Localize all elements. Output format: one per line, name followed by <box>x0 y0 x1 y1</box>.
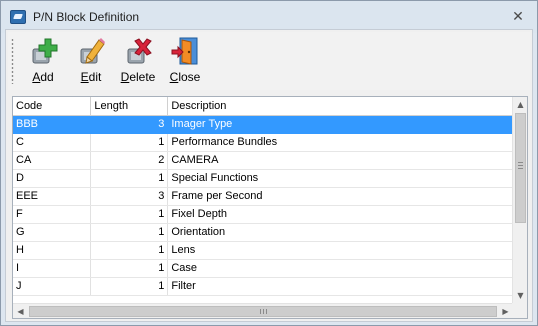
horizontal-scroll-thumb[interactable] <box>29 306 497 317</box>
scroll-down-arrow-icon[interactable]: ▼ <box>513 288 528 303</box>
cell-code[interactable]: H <box>13 241 92 260</box>
cell-code[interactable]: BBB <box>13 115 92 134</box>
scrollbar-corner <box>512 303 527 318</box>
cell-length[interactable]: 2 <box>90 151 169 170</box>
cell-code[interactable]: C <box>13 133 92 152</box>
toolbar-grip[interactable] <box>11 38 14 84</box>
cell-length[interactable]: 1 <box>90 277 169 296</box>
cell-description[interactable]: Fixel Depth <box>167 205 513 224</box>
cell-length[interactable]: 1 <box>90 205 169 224</box>
cell-length[interactable]: 1 <box>90 259 169 278</box>
cell-code[interactable]: EEE <box>13 187 92 206</box>
table-row[interactable]: F 1 Fixel Depth <box>13 205 513 224</box>
scroll-left-arrow-icon[interactable]: ◀ <box>13 304 28 319</box>
table-row[interactable]: H 1 Lens <box>13 241 513 260</box>
table-row[interactable]: I 1 Case <box>13 259 513 278</box>
cell-description[interactable]: CAMERA <box>167 151 513 170</box>
cell-code[interactable]: G <box>13 223 92 242</box>
app-icon <box>10 10 26 24</box>
delete-button[interactable]: Delete <box>116 35 160 87</box>
table-row[interactable]: CA 2 CAMERA <box>13 151 513 170</box>
toolbar: Add Edit Delete Close <box>8 32 530 90</box>
delete-mnemonic: D <box>120 70 130 84</box>
edit-icon <box>80 38 105 64</box>
cell-length[interactable]: 1 <box>90 241 169 260</box>
table-row[interactable]: D 1 Special Functions <box>13 169 513 188</box>
cell-length[interactable]: 1 <box>90 169 169 188</box>
cell-code[interactable]: D <box>13 169 92 188</box>
column-header-description[interactable]: Description <box>167 97 513 116</box>
table-row[interactable]: G 1 Orientation <box>13 223 513 242</box>
vertical-scrollbar[interactable]: ▲ ▼ <box>512 97 527 303</box>
client-area: Add Edit Delete Close Code Length Descri… <box>5 29 533 322</box>
column-header-code[interactable]: Code <box>13 97 92 116</box>
cell-code[interactable]: I <box>13 259 92 278</box>
column-header-length[interactable]: Length <box>90 97 169 116</box>
cell-description[interactable]: Filter <box>167 277 513 296</box>
scroll-up-arrow-icon[interactable]: ▲ <box>513 97 528 112</box>
cell-description[interactable]: Orientation <box>167 223 513 242</box>
add-label-rest: dd <box>40 70 54 84</box>
edit-mnemonic: E <box>80 70 89 84</box>
scroll-right-arrow-icon[interactable]: ▶ <box>498 304 513 319</box>
cell-description[interactable]: Performance Bundles <box>167 133 513 152</box>
window-title: P/N Block Definition <box>33 10 140 24</box>
cell-length[interactable]: 1 <box>90 223 169 242</box>
cell-description[interactable]: Case <box>167 259 513 278</box>
cell-length[interactable]: 1 <box>90 133 169 152</box>
data-table: Code Length Description BBB 3 Imager Typ… <box>13 97 513 296</box>
table-row[interactable]: BBB 3 Imager Type <box>13 115 513 134</box>
cell-description[interactable]: Lens <box>167 241 513 260</box>
header-row: Code Length Description <box>13 97 513 116</box>
delete-icon <box>127 38 152 64</box>
cell-description[interactable]: Special Functions <box>167 169 513 188</box>
close-door-icon <box>171 37 198 65</box>
pn-block-definition-window: P/N Block Definition ✕ Add Edit Delete C… <box>0 0 538 326</box>
table-row[interactable]: J 1 Filter <box>13 277 513 296</box>
close-label-rest: lose <box>178 70 201 84</box>
cell-length[interactable]: 3 <box>90 115 169 134</box>
cell-length[interactable]: 3 <box>90 187 169 206</box>
cell-description[interactable]: Imager Type <box>167 115 513 134</box>
cell-code[interactable]: F <box>13 205 92 224</box>
delete-label-rest: elete <box>129 70 156 84</box>
cell-code[interactable]: J <box>13 277 92 296</box>
close-button[interactable]: Close <box>164 35 206 87</box>
edit-button[interactable]: Edit <box>70 35 112 87</box>
add-button[interactable]: Add <box>22 35 64 87</box>
table-row[interactable]: C 1 Performance Bundles <box>13 133 513 152</box>
pn-block-grid[interactable]: Code Length Description BBB 3 Imager Typ… <box>12 96 528 319</box>
table-row[interactable]: EEE 3 Frame per Second <box>13 187 513 206</box>
add-icon <box>32 38 58 64</box>
horizontal-scrollbar[interactable]: ◀ ▶ <box>13 303 513 318</box>
cell-description[interactable]: Frame per Second <box>167 187 513 206</box>
close-window-button[interactable]: ✕ <box>509 8 527 26</box>
cell-code[interactable]: CA <box>13 151 92 170</box>
vertical-scroll-thumb[interactable] <box>515 113 526 223</box>
edit-label-rest: dit <box>88 70 102 84</box>
